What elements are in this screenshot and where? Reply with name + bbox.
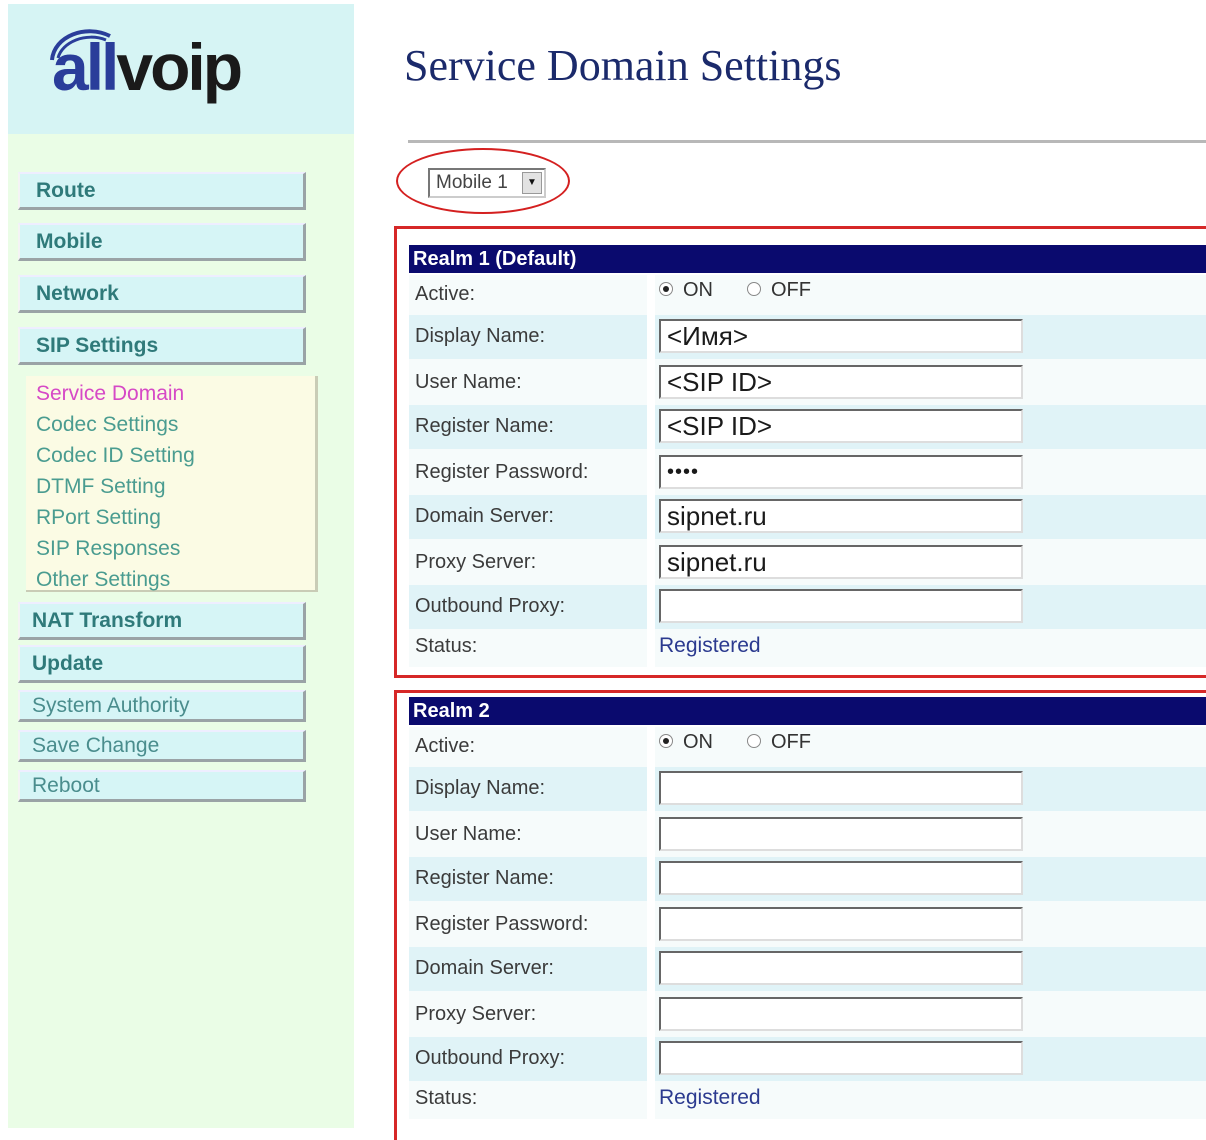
- realm-1-panel: Realm 1 (Default) Active: ON OFF Display…: [394, 226, 1206, 678]
- realm-1-active-on[interactable]: ON: [659, 279, 713, 302]
- display-name-label: Display Name:: [415, 777, 546, 799]
- logo-area: allvoip: [8, 4, 354, 134]
- realm-2-user-name-row: User Name:: [409, 811, 1206, 857]
- mobile-select[interactable]: Mobile 1 ▼: [428, 168, 546, 198]
- realm-1-display-name-input[interactable]: <Имя>: [659, 319, 1023, 353]
- realm-1-display-name-row: Display Name: <Имя>: [409, 315, 1206, 359]
- sub-codec-id-setting[interactable]: Codec ID Setting: [36, 444, 195, 468]
- realm-2-status-row: Status: Registered: [409, 1081, 1206, 1119]
- realm-1-proxy-server-row: Proxy Server: sipnet.ru: [409, 539, 1206, 585]
- title-divider: [408, 140, 1206, 143]
- realm-1-status-value: Registered: [659, 634, 761, 657]
- nav-mobile[interactable]: Mobile: [18, 223, 306, 261]
- realm-2-active-off[interactable]: OFF: [747, 731, 811, 754]
- realm-1-status-row: Status: Registered: [409, 629, 1206, 667]
- realm-2-proxy-server-input[interactable]: [659, 997, 1023, 1031]
- realm-2-register-password-row: Register Password:: [409, 901, 1206, 947]
- realm-1-proxy-server-input[interactable]: sipnet.ru: [659, 545, 1023, 579]
- realm-2-register-name-input[interactable]: [659, 861, 1023, 895]
- realm-2-user-name-input[interactable]: [659, 817, 1023, 851]
- realm-1-register-name-row: Register Name: <SIP ID>: [409, 405, 1206, 449]
- realm-2-header: Realm 2: [409, 697, 1206, 725]
- realm-2-domain-server-row: Domain Server:: [409, 947, 1206, 991]
- sub-other-settings[interactable]: Other Settings: [36, 568, 170, 592]
- logo: allvoip: [52, 30, 243, 104]
- status-label: Status:: [415, 1087, 478, 1109]
- sub-codec-settings[interactable]: Codec Settings: [36, 413, 178, 437]
- realm-1-active-row: Active: ON OFF: [409, 275, 1206, 315]
- realm-1-register-password-input[interactable]: ••••: [659, 455, 1023, 489]
- nav-update[interactable]: Update: [18, 645, 306, 683]
- sub-sip-responses[interactable]: SIP Responses: [36, 537, 180, 561]
- realm-2-active-row: Active: ON OFF: [409, 727, 1206, 767]
- realm-2-panel: Realm 2 Active: ON OFF Display Name: Use…: [394, 690, 1206, 1140]
- chevron-down-icon[interactable]: ▼: [522, 172, 542, 194]
- nav-system-authority[interactable]: System Authority: [18, 690, 306, 722]
- nav-network[interactable]: Network: [18, 275, 306, 313]
- register-password-label: Register Password:: [415, 461, 589, 483]
- realm-1-outbound-proxy-input[interactable]: [659, 589, 1023, 623]
- user-name-label: User Name:: [415, 823, 522, 845]
- realm-2-status-value: Registered: [659, 1086, 761, 1109]
- realm-1-register-password-row: Register Password: ••••: [409, 449, 1206, 495]
- radio-selected-icon[interactable]: [659, 281, 673, 296]
- realm-2-outbound-proxy-row: Outbound Proxy:: [409, 1037, 1206, 1081]
- status-label: Status:: [415, 635, 478, 657]
- radio-unselected-icon[interactable]: [747, 733, 761, 748]
- proxy-server-label: Proxy Server:: [415, 1003, 537, 1025]
- domain-server-label: Domain Server:: [415, 957, 554, 979]
- radio-unselected-icon[interactable]: [747, 281, 761, 296]
- register-password-label: Register Password:: [415, 913, 589, 935]
- realm-1-active-off[interactable]: OFF: [747, 279, 811, 302]
- realm-2-outbound-proxy-input[interactable]: [659, 1041, 1023, 1075]
- nav-route[interactable]: Route: [18, 172, 306, 210]
- realm-2-display-name-input[interactable]: [659, 771, 1023, 805]
- nav-sip-settings[interactable]: SIP Settings: [18, 327, 306, 365]
- nav-reboot[interactable]: Reboot: [18, 770, 306, 802]
- realm-2-domain-server-input[interactable]: [659, 951, 1023, 985]
- realm-1-outbound-proxy-row: Outbound Proxy:: [409, 585, 1206, 629]
- realm-2-register-name-row: Register Name:: [409, 857, 1206, 901]
- realm-1-register-name-input[interactable]: <SIP ID>: [659, 409, 1023, 443]
- page-title: Service Domain Settings: [404, 41, 842, 90]
- sip-submenu: Service Domain Codec Settings Codec ID S…: [26, 376, 318, 592]
- user-name-label: User Name:: [415, 371, 522, 393]
- sub-rport-setting[interactable]: RPort Setting: [36, 506, 161, 530]
- realm-1-user-name-input[interactable]: <SIP ID>: [659, 365, 1023, 399]
- realm-1-user-name-row: User Name: <SIP ID>: [409, 359, 1206, 405]
- outbound-proxy-label: Outbound Proxy:: [415, 595, 566, 617]
- realm-1-domain-server-row: Domain Server: sipnet.ru: [409, 495, 1206, 539]
- sub-dtmf-setting[interactable]: DTMF Setting: [36, 475, 166, 499]
- realm-2-display-name-row: Display Name:: [409, 767, 1206, 811]
- nav-save-change[interactable]: Save Change: [18, 730, 306, 762]
- realm-2-active-on[interactable]: ON: [659, 731, 713, 754]
- radio-selected-icon[interactable]: [659, 733, 673, 748]
- sub-service-domain[interactable]: Service Domain: [36, 382, 184, 406]
- domain-server-label: Domain Server:: [415, 505, 554, 527]
- realm-2-proxy-server-row: Proxy Server:: [409, 991, 1206, 1037]
- outbound-proxy-label: Outbound Proxy:: [415, 1047, 566, 1069]
- nav-nat-transform[interactable]: NAT Transform: [18, 602, 306, 640]
- mobile-select-value: Mobile 1: [436, 172, 508, 193]
- display-name-label: Display Name:: [415, 325, 546, 347]
- register-name-label: Register Name:: [415, 867, 554, 889]
- active-label: Active:: [415, 283, 476, 305]
- realm-2-register-password-input[interactable]: [659, 907, 1023, 941]
- proxy-server-label: Proxy Server:: [415, 551, 537, 573]
- realm-1-domain-server-input[interactable]: sipnet.ru: [659, 499, 1023, 533]
- active-label: Active:: [415, 735, 476, 757]
- realm-1-header: Realm 1 (Default): [409, 245, 1206, 273]
- register-name-label: Register Name:: [415, 415, 554, 437]
